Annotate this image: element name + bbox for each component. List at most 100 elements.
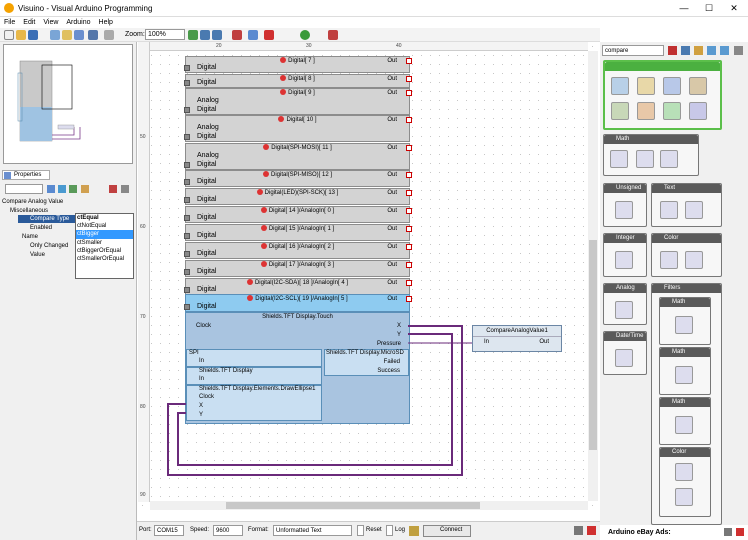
zoom-select[interactable]: 100% bbox=[145, 29, 185, 40]
option-ctsmallerorequal[interactable]: ctSmallerOrEqual bbox=[76, 255, 133, 263]
reset-checkbox[interactable] bbox=[357, 525, 364, 536]
component-icon[interactable] bbox=[660, 251, 678, 269]
output-pin-connector[interactable] bbox=[406, 172, 412, 178]
compare-out-pin[interactable]: Out bbox=[539, 339, 549, 345]
layout-icon[interactable] bbox=[50, 30, 60, 40]
output-pin-connector[interactable] bbox=[406, 208, 412, 214]
prop-value[interactable]: Value bbox=[30, 251, 45, 259]
arduino-digital-pin-row[interactable]: Digital[ 14 ]/AnalogIn[ 0 ] Digital Out bbox=[184, 206, 412, 223]
arduino-digital-pin-row[interactable]: Digital(LED)(SPI-SCK)[ 13 ] Digital Out bbox=[184, 188, 412, 205]
arduino-digital-pin-row[interactable]: Digital(SPI-MISO)[ 12 ] Digital Out bbox=[184, 170, 412, 187]
new-icon[interactable] bbox=[4, 30, 14, 40]
output-pin-connector[interactable] bbox=[406, 117, 412, 123]
close-palette-icon[interactable] bbox=[734, 46, 743, 55]
component-icon[interactable] bbox=[637, 102, 655, 120]
select-icon[interactable] bbox=[248, 30, 258, 40]
component-icon[interactable] bbox=[675, 366, 693, 384]
component-icon[interactable] bbox=[615, 349, 633, 367]
output-pin-connector[interactable] bbox=[406, 145, 412, 151]
sort-icon[interactable] bbox=[58, 185, 66, 193]
stop-icon[interactable] bbox=[587, 526, 596, 535]
component-icon[interactable] bbox=[611, 77, 629, 95]
component-icon[interactable] bbox=[675, 488, 693, 506]
component-icon[interactable] bbox=[663, 102, 681, 120]
minimize-button[interactable]: — bbox=[672, 2, 696, 15]
option-ctbiggerorequal[interactable]: ctBiggerOrEqual bbox=[76, 247, 133, 255]
close-button[interactable]: ✕ bbox=[722, 2, 746, 15]
input-pin-connector[interactable] bbox=[184, 304, 190, 310]
option-ctsmaller[interactable]: ctSmaller bbox=[76, 239, 133, 247]
tools-icon[interactable] bbox=[574, 526, 583, 535]
upload-icon[interactable] bbox=[300, 30, 310, 40]
save-icon[interactable] bbox=[28, 30, 38, 40]
input-pin-connector[interactable] bbox=[184, 65, 190, 71]
touch-pressure-pin[interactable]: Pressure bbox=[377, 341, 401, 347]
input-pin-connector[interactable] bbox=[184, 107, 190, 113]
arduino-digital-pin-row[interactable]: Digital[ 16 ]/AnalogIn[ 2 ] Digital Out bbox=[184, 242, 412, 259]
search-options-icon[interactable] bbox=[681, 46, 690, 55]
log-file-icon[interactable] bbox=[409, 526, 419, 536]
tft-in-pin[interactable]: In bbox=[199, 376, 204, 382]
ellipse-clock-pin[interactable]: Clock bbox=[199, 394, 214, 400]
compare-in-pin[interactable]: In bbox=[484, 339, 489, 345]
zoom-in-icon[interactable] bbox=[188, 30, 198, 40]
output-pin-connector[interactable] bbox=[406, 190, 412, 196]
component-icon[interactable] bbox=[675, 463, 693, 481]
component-icon[interactable] bbox=[615, 251, 633, 269]
zoom-fit-icon[interactable] bbox=[212, 30, 222, 40]
touch-y-pin[interactable]: Y bbox=[397, 332, 401, 338]
input-pin-connector[interactable] bbox=[184, 197, 190, 203]
component-icon[interactable] bbox=[660, 201, 678, 219]
filter-icon[interactable] bbox=[47, 185, 55, 193]
component-icon[interactable] bbox=[689, 102, 707, 120]
component-icon[interactable] bbox=[663, 77, 681, 95]
microsd-failed-pin[interactable]: Failed bbox=[384, 359, 400, 365]
input-pin-connector[interactable] bbox=[184, 179, 190, 185]
input-pin-connector[interactable] bbox=[184, 80, 190, 86]
tft-touch-component[interactable]: Shields.TFT Display.Touch Clock X Y Pres… bbox=[185, 312, 410, 424]
compile-icon[interactable] bbox=[232, 30, 242, 40]
output-pin-connector[interactable] bbox=[406, 262, 412, 268]
input-pin-connector[interactable] bbox=[184, 287, 190, 293]
diagram-preview[interactable] bbox=[3, 44, 133, 164]
component-icon[interactable] bbox=[637, 77, 655, 95]
arduino-digital-pin-row[interactable]: Digital[ 8 ] Digital Out bbox=[184, 74, 412, 88]
menu-view[interactable]: View bbox=[39, 17, 62, 28]
maximize-button[interactable]: ☐ bbox=[697, 2, 721, 15]
open-icon[interactable] bbox=[16, 30, 26, 40]
menu-help[interactable]: Help bbox=[95, 17, 117, 28]
component-icon[interactable] bbox=[615, 301, 633, 319]
compare-analog-value-component[interactable]: CompareAnalogValue1 In Out bbox=[472, 325, 562, 352]
arduino-digital-pin-row[interactable]: Digital[ 10 ] Analog Digital Out bbox=[184, 115, 412, 142]
menu-file[interactable]: File bbox=[0, 17, 19, 28]
input-pin-connector[interactable] bbox=[184, 134, 190, 140]
component-icon[interactable] bbox=[675, 316, 693, 334]
format-select[interactable]: Unformatted Text bbox=[273, 525, 352, 536]
arduino-digital-pin-row[interactable]: Digital(I2C-SDA)[ 18 ]/AnalogIn[ 4 ] Digi… bbox=[184, 278, 412, 295]
arduino-digital-pin-row[interactable]: Digital[ 7 ] Digital Out bbox=[184, 56, 412, 73]
properties-search-input[interactable] bbox=[5, 184, 43, 194]
component-icon[interactable] bbox=[660, 150, 678, 168]
option-ctbigger[interactable]: ctBigger bbox=[76, 230, 133, 239]
component-icon[interactable] bbox=[685, 201, 703, 219]
arduino-digital-pin-row[interactable]: Digital(I2C-SCL)[ 19 ]/AnalogIn[ 5 ] Digi… bbox=[184, 294, 412, 312]
input-pin-connector[interactable] bbox=[184, 251, 190, 257]
input-pin-connector[interactable] bbox=[184, 215, 190, 221]
component-icon[interactable] bbox=[675, 416, 693, 434]
build-icon[interactable] bbox=[328, 30, 338, 40]
ellipse-x-pin[interactable]: X bbox=[199, 403, 203, 409]
compare-type-dropdown[interactable]: ctEqual ctNotEqual ctBigger ctSmaller ct… bbox=[75, 213, 134, 279]
grid-icon[interactable] bbox=[62, 30, 72, 40]
categorize-icon[interactable] bbox=[81, 185, 89, 193]
expand-icon[interactable] bbox=[69, 185, 77, 193]
ads-tools-icon[interactable] bbox=[724, 528, 732, 536]
arduino-digital-pin-row[interactable]: Digital[ 15 ]/AnalogIn[ 1 ] Digital Out bbox=[184, 224, 412, 241]
component-search-input[interactable]: compare bbox=[602, 45, 664, 56]
component-icon[interactable] bbox=[636, 150, 654, 168]
menu-arduino[interactable]: Arduino bbox=[62, 17, 94, 28]
prop-name[interactable]: Name bbox=[22, 233, 38, 241]
align-icon[interactable] bbox=[74, 30, 84, 40]
output-pin-connector[interactable] bbox=[406, 280, 412, 286]
port-select[interactable]: COM15 bbox=[154, 525, 184, 536]
prop-compare-type[interactable]: Compare Type bbox=[18, 215, 75, 223]
